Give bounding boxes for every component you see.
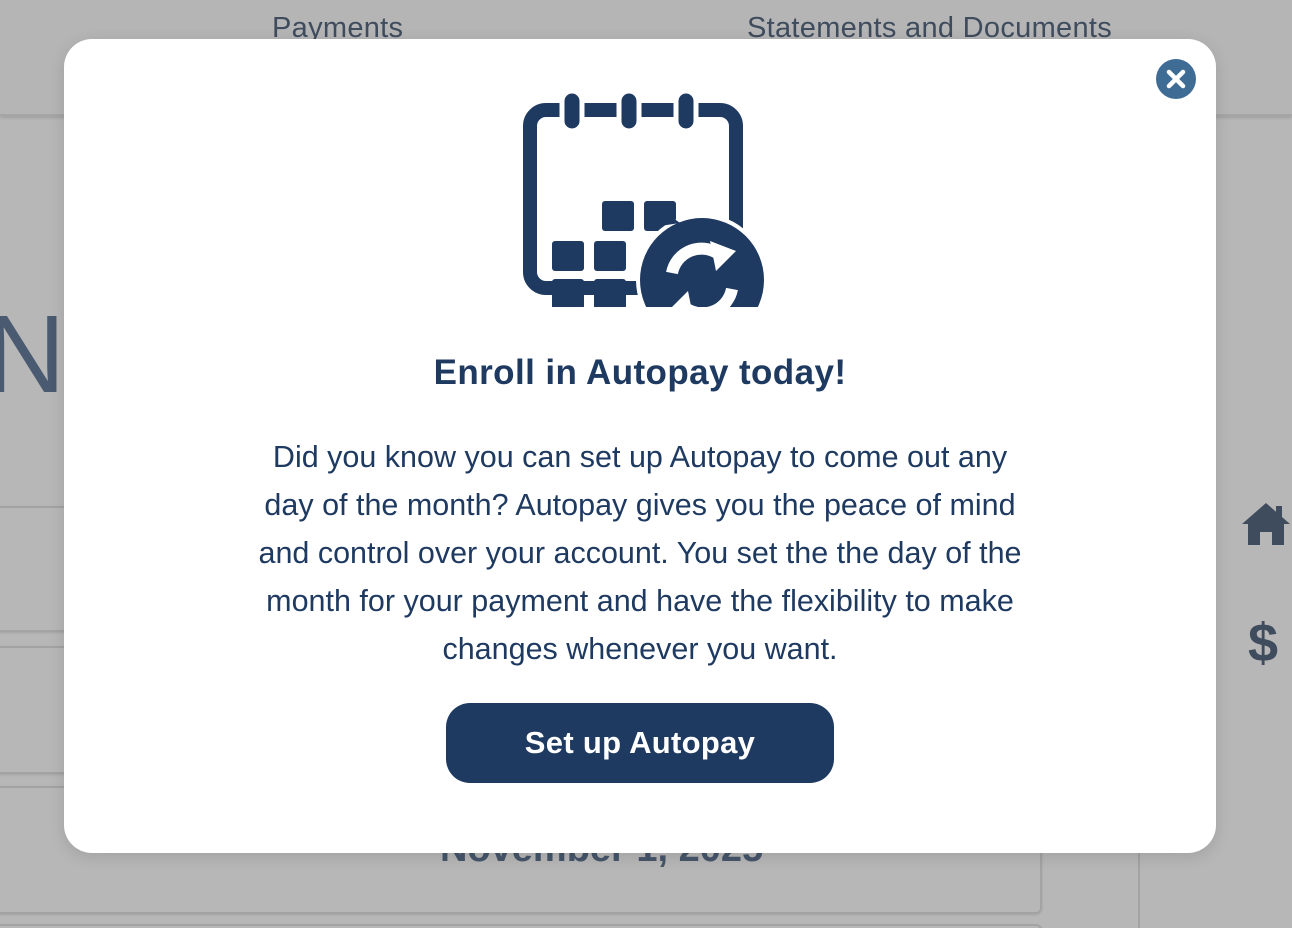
calendar-refresh-icon [523,89,768,307]
dollar-icon[interactable]: $ [1248,612,1278,674]
body-line: month for your payment and have the flex… [266,584,1014,618]
background-card [0,924,1042,928]
set-up-autopay-button[interactable]: Set up Autopay [446,703,834,783]
autopay-modal: Enroll in Autopay today! Did you know yo… [64,39,1216,853]
close-icon [1166,69,1186,89]
modal-title: Enroll in Autopay today! [433,353,847,392]
close-button[interactable] [1156,59,1196,99]
modal-body-text: Did you know you can set up Autopay to c… [210,433,1070,673]
body-line: day of the month? Autopay gives you the … [264,488,1016,522]
body-line: Did you know you can set up Autopay to c… [272,440,1008,474]
body-line: and control over your account. You set t… [258,536,1022,570]
home-icon[interactable] [1240,500,1292,548]
body-line: changes whenever you want. [442,632,838,666]
